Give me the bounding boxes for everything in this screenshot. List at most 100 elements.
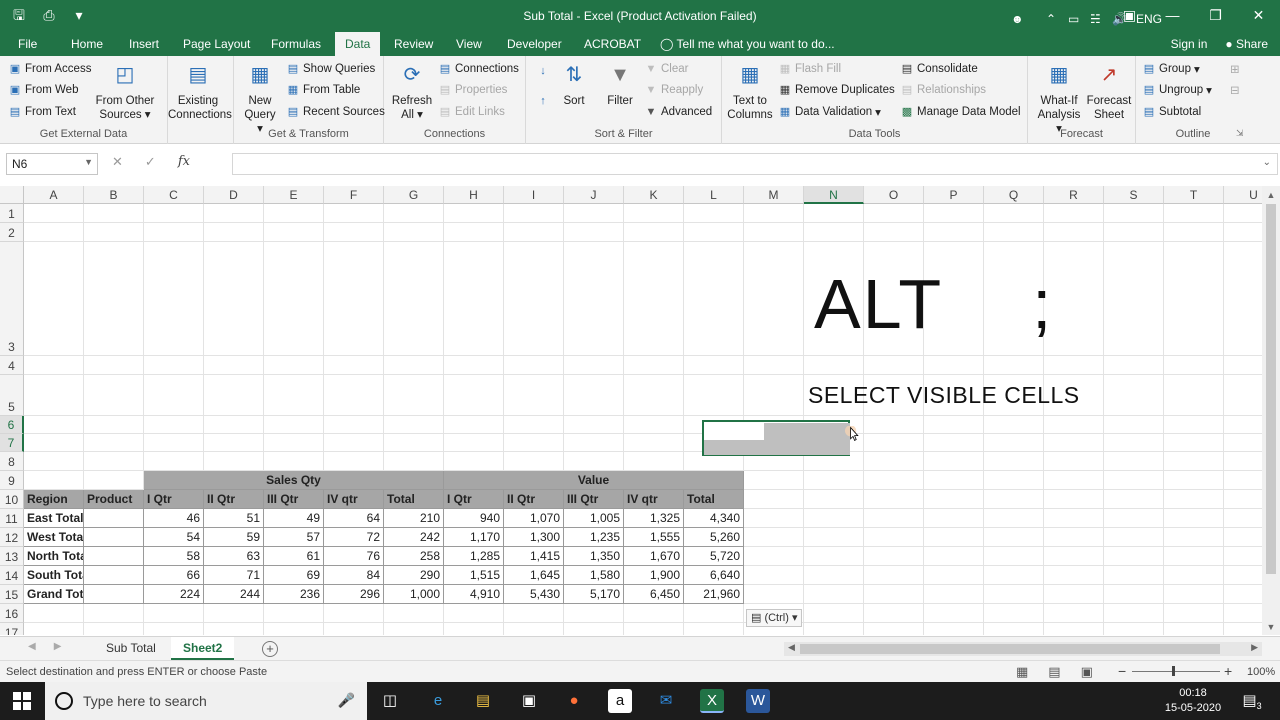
table-header-cell[interactable]: III Qtr — [264, 490, 324, 509]
table-cell[interactable]: 6,450 — [624, 585, 684, 604]
table-cell[interactable]: 4,910 — [444, 585, 504, 604]
table-cell[interactable]: 1,300 — [504, 528, 564, 547]
table-cell[interactable]: 76 — [324, 547, 384, 566]
column-header[interactable]: C — [144, 186, 204, 204]
connections-button[interactable]: ▤ Connections — [438, 62, 519, 76]
column-header[interactable]: B — [84, 186, 144, 204]
column-header[interactable]: O — [864, 186, 924, 204]
horizontal-scrollbar[interactable]: ◀ ▶ — [784, 642, 1262, 656]
what-if-analysis-button[interactable]: ▦ What-If Analysis ▾ — [1034, 60, 1084, 136]
row-header[interactable]: 17 — [0, 623, 24, 635]
select-all-corner[interactable] — [0, 186, 24, 204]
table-cell[interactable]: 21,960 — [684, 585, 744, 604]
from-table-button[interactable]: ▦ From Table — [286, 83, 361, 97]
from-other-sources-button[interactable]: ◰ From Other Sources ▾ — [94, 60, 156, 122]
table-cell[interactable]: 69 — [264, 566, 324, 585]
forecast-sheet-button[interactable]: ↗ Forecast Sheet — [1084, 60, 1134, 122]
table-cell[interactable]: 1,000 — [384, 585, 444, 604]
table-cell[interactable]: 290 — [384, 566, 444, 585]
table-cell[interactable]: 296 — [324, 585, 384, 604]
table-cell[interactable]: Grand Total — [24, 585, 84, 604]
scroll-up-icon[interactable]: ▲ — [1262, 190, 1280, 200]
sort-button[interactable]: ⇅ Sort — [556, 60, 592, 108]
group-button[interactable]: ▤ Group ▾ — [1142, 62, 1200, 76]
microphone-icon[interactable]: 🎤 — [338, 692, 355, 709]
share-button[interactable]: ● Share — [1225, 37, 1268, 51]
table-cell[interactable]: 46 — [144, 509, 204, 528]
zoom-out-icon[interactable]: − — [1118, 663, 1126, 679]
column-header[interactable]: D — [204, 186, 264, 204]
consolidate-button[interactable]: ▤ Consolidate — [900, 62, 978, 76]
tab-acrobat[interactable]: ACROBAT — [584, 37, 641, 51]
scroll-left-icon[interactable]: ◀ — [788, 642, 795, 653]
table-cell[interactable]: 49 — [264, 509, 324, 528]
table-cell[interactable] — [84, 528, 144, 547]
column-header[interactable]: H — [444, 186, 504, 204]
from-web-button[interactable]: ▣ From Web — [8, 83, 79, 97]
table-cell[interactable]: 258 — [384, 547, 444, 566]
prev-sheet-icon[interactable]: ◀ — [28, 641, 54, 652]
table-header-cell[interactable]: Total — [384, 490, 444, 509]
data-validation-button[interactable]: ▦ Data Validation ▾ — [778, 105, 881, 119]
tab-view[interactable]: View — [456, 37, 482, 51]
network-icon[interactable]: ☵ — [1090, 12, 1101, 26]
table-cell[interactable]: 1,555 — [624, 528, 684, 547]
table-cell[interactable]: 54 — [144, 528, 204, 547]
recent-sources-button[interactable]: ▤ Recent Sources — [286, 105, 385, 119]
table-header-cell[interactable]: IV qtr — [624, 490, 684, 509]
table-cell[interactable]: 5,430 — [504, 585, 564, 604]
row-header[interactable]: 14 — [0, 566, 24, 585]
table-cell[interactable]: 4,340 — [684, 509, 744, 528]
store-icon[interactable]: ▣ — [517, 689, 541, 713]
group-header-sales-qty[interactable]: Sales Qty — [144, 471, 444, 490]
column-header[interactable]: N — [804, 186, 864, 204]
next-sheet-icon[interactable]: ▶ — [54, 641, 80, 652]
tab-page-layout[interactable]: Page Layout — [183, 37, 250, 51]
properties-button[interactable]: ▤ Properties — [438, 83, 508, 97]
manage-data-model-button[interactable]: ▩ Manage Data Model — [900, 105, 1021, 119]
tab-insert[interactable]: Insert — [129, 37, 159, 51]
table-header-cell[interactable]: III Qtr — [564, 490, 624, 509]
table-cell[interactable]: 1,670 — [624, 547, 684, 566]
show-hidden-icons-icon[interactable]: ⌃ — [1046, 12, 1056, 26]
row-header[interactable]: 1 — [0, 204, 24, 223]
table-cell[interactable]: 1,580 — [564, 566, 624, 585]
horizontal-scroll-thumb[interactable] — [800, 644, 1220, 654]
scroll-down-icon[interactable]: ▼ — [1262, 622, 1280, 632]
table-cell[interactable]: 1,285 — [444, 547, 504, 566]
table-cell[interactable]: 210 — [384, 509, 444, 528]
word-taskbar-icon[interactable]: W — [746, 689, 770, 713]
scroll-right-icon[interactable]: ▶ — [1251, 642, 1258, 653]
table-cell[interactable]: 1,325 — [624, 509, 684, 528]
table-cell[interactable]: South Total — [24, 566, 84, 585]
battery-icon[interactable]: ▭ — [1068, 12, 1079, 26]
table-cell[interactable]: 1,645 — [504, 566, 564, 585]
amazon-icon[interactable]: a — [608, 689, 632, 713]
row-header[interactable]: 7 — [0, 434, 24, 452]
maximize-button[interactable]: ❐ — [1194, 0, 1237, 32]
from-text-button[interactable]: ▤ From Text — [8, 105, 76, 119]
table-cell[interactable]: 72 — [324, 528, 384, 547]
column-header[interactable]: P — [924, 186, 984, 204]
flash-fill-button[interactable]: ▦ Flash Fill — [778, 62, 841, 76]
notifications-icon[interactable]: ▤3 — [1240, 689, 1264, 713]
enter-icon[interactable]: ✓ — [145, 154, 156, 170]
column-header[interactable]: M — [744, 186, 804, 204]
row-header[interactable]: 3 — [0, 242, 24, 356]
row-header[interactable]: 11 — [0, 509, 24, 528]
table-cell[interactable]: 71 — [204, 566, 264, 585]
tab-data[interactable]: Data — [335, 32, 381, 56]
system-clock[interactable]: 00:18 15-05-2020 — [1163, 686, 1223, 716]
column-header[interactable]: K — [624, 186, 684, 204]
volume-icon[interactable]: 🔊 — [1112, 12, 1127, 26]
sort-ascending-button[interactable]: ↓ — [536, 64, 550, 78]
zoom-level[interactable]: 100% — [1247, 666, 1275, 678]
column-header[interactable]: J — [564, 186, 624, 204]
table-cell[interactable]: 1,900 — [624, 566, 684, 585]
normal-view-icon[interactable]: ▦ — [1016, 664, 1028, 680]
table-cell[interactable]: 244 — [204, 585, 264, 604]
table-cell[interactable]: 63 — [204, 547, 264, 566]
row-header[interactable]: 10 — [0, 490, 24, 509]
tab-home[interactable]: Home — [71, 37, 103, 51]
column-header[interactable]: U — [1224, 186, 1262, 204]
